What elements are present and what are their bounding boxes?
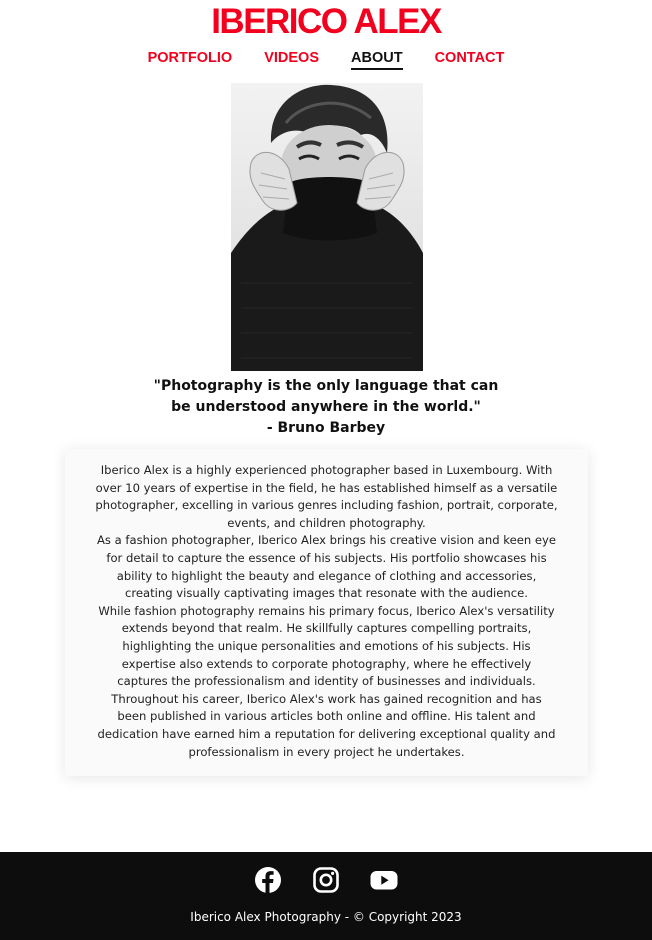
social-links xyxy=(0,866,652,896)
nav-videos[interactable]: VIDEOS xyxy=(264,48,319,70)
main-nav: PORTFOLIO VIDEOS ABOUT CONTACT xyxy=(0,48,652,70)
hero-portrait-image xyxy=(231,83,423,371)
nav-about[interactable]: ABOUT xyxy=(351,48,403,70)
bio-paragraph: While fashion photography remains his pr… xyxy=(98,603,555,689)
copyright-text: Iberico Alex Photography - © Copyright 2… xyxy=(190,910,462,924)
bio-paragraph: Throughout his career, Iberico Alex's wo… xyxy=(97,691,556,759)
nav-contact[interactable]: CONTACT xyxy=(435,48,505,70)
bio-card: Iberico Alex is a highly experienced pho… xyxy=(65,449,588,776)
site-title[interactable]: IBERICO ALEX xyxy=(0,0,652,44)
bio-paragraph: As a fashion photographer, Iberico Alex … xyxy=(96,533,557,601)
quote-text: "Photography is the only language that c… xyxy=(153,378,499,415)
portrait-illustration xyxy=(231,83,423,371)
quote-author: - Bruno Barbey xyxy=(266,420,386,436)
youtube-icon[interactable] xyxy=(370,866,398,894)
site-footer: Iberico Alex Photography - © Copyright 2… xyxy=(0,852,652,940)
instagram-icon[interactable] xyxy=(312,866,340,894)
quote-block: "Photography is the only language that c… xyxy=(150,376,502,439)
bio-paragraph: Iberico Alex is a highly experienced pho… xyxy=(95,463,558,530)
facebook-icon[interactable] xyxy=(254,866,282,894)
nav-portfolio[interactable]: PORTFOLIO xyxy=(148,48,233,70)
